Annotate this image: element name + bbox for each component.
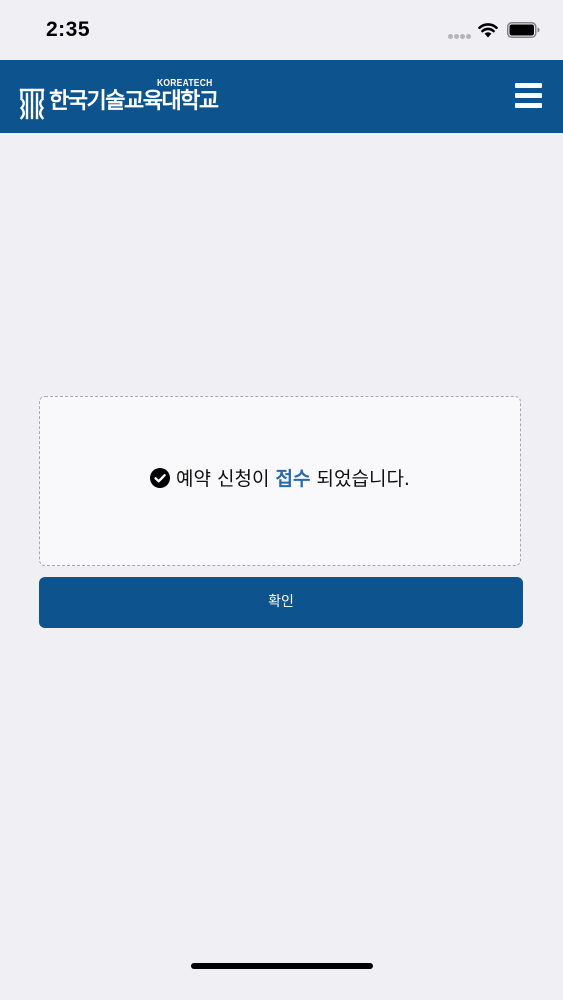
message-text-after: 되었습니다. (316, 468, 410, 490)
hamburger-menu-button[interactable] (506, 80, 550, 114)
battery-icon (507, 22, 540, 38)
menu-bar-icon (515, 103, 542, 108)
wifi-icon (478, 23, 498, 38)
menu-bar-icon (515, 83, 542, 88)
message-highlight-received: 접수 (275, 468, 311, 490)
status-time: 2:35 (46, 18, 91, 41)
confirm-button[interactable]: 확인 (39, 577, 523, 628)
logo-korean-text: 한국기술교육대학교 (49, 89, 219, 114)
home-indicator[interactable] (191, 963, 373, 969)
message-text-before: 예약 신청이 (176, 468, 270, 490)
reservation-confirmation-message: 예약 신청이 접수 되었습니다. (40, 465, 520, 493)
status-bar: 2:35 (0, 0, 563, 60)
app-header: KOREATECH 한국기술교육대학교 (0, 60, 563, 133)
check-circle-icon (150, 468, 171, 488)
reservation-notice-box: 예약 신청이 접수 되었습니다. (39, 396, 521, 566)
menu-bar-icon (515, 93, 542, 98)
koreatech-logo-icon (19, 88, 45, 120)
cellular-signal-icon (448, 34, 472, 39)
